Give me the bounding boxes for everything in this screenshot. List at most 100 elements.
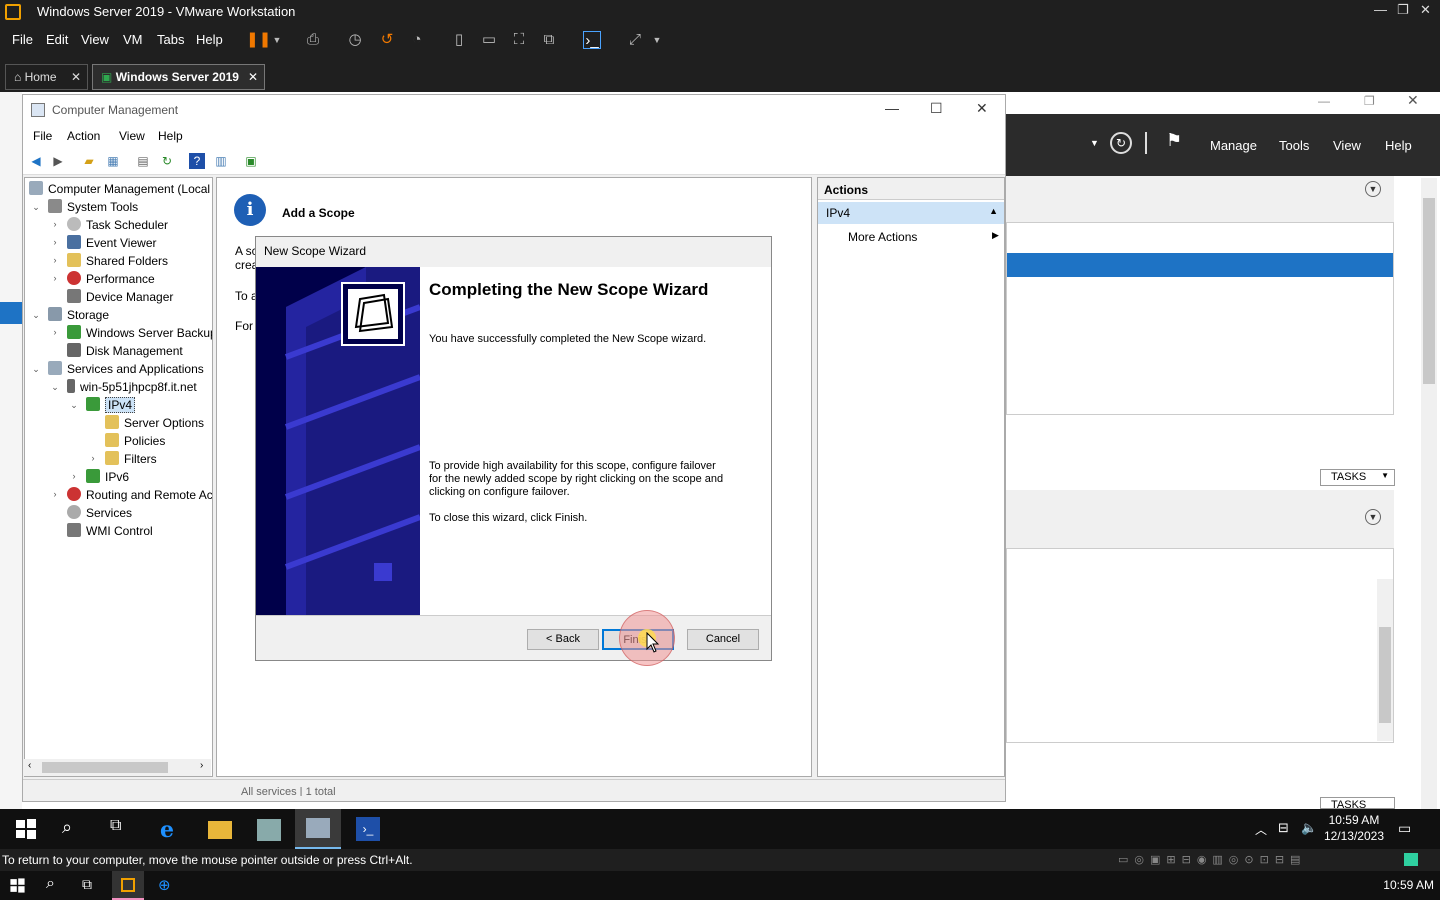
terminal-icon[interactable]: ›_ xyxy=(583,31,601,49)
restore-icon[interactable]: ❐ xyxy=(1397,2,1409,18)
menu-tools[interactable]: Tools xyxy=(1279,138,1309,153)
task-view-icon[interactable]: ⧉ xyxy=(82,876,92,893)
tasks-dropdown[interactable]: TASKS xyxy=(1320,797,1395,809)
scrollbar-thumb[interactable] xyxy=(1379,627,1391,723)
tree-item-routing-remote-access[interactable]: Routing and Remote Ac xyxy=(67,486,212,504)
menu-file[interactable]: File xyxy=(12,32,33,47)
menu-manage[interactable]: Manage xyxy=(1210,138,1257,153)
back-arrow-icon[interactable]: ◀ xyxy=(28,153,44,169)
close-icon[interactable]: ✕ xyxy=(976,100,988,117)
windows-start-icon[interactable] xyxy=(14,817,38,841)
refresh-icon[interactable]: ↻ xyxy=(1110,132,1132,154)
tree-item-event-viewer[interactable]: Event Viewer xyxy=(67,234,156,252)
revert-snapshot-icon[interactable]: ↺ xyxy=(378,31,396,49)
chevron-down-icon[interactable]: ▼ xyxy=(1365,181,1381,197)
stretch-icon[interactable]: ⤢ xyxy=(626,31,644,49)
more-actions-item[interactable]: More Actions ▶ xyxy=(848,230,999,244)
message-icon[interactable] xyxy=(1404,853,1418,866)
forward-arrow-icon[interactable]: ▶ xyxy=(50,153,66,169)
menu-help[interactable]: Help xyxy=(196,32,223,47)
maximize-icon[interactable]: ☐ xyxy=(930,100,943,117)
tree-horizontal-scrollbar[interactable]: ‹ › xyxy=(24,759,211,776)
vmware-taskbar-item[interactable] xyxy=(112,871,144,900)
flag-icon[interactable]: ⚑ xyxy=(1166,130,1182,151)
collapse-chevron-icon[interactable]: ⌄ xyxy=(31,202,41,213)
back-button[interactable]: < Back xyxy=(527,629,599,650)
tree-item-windows-server-backup[interactable]: Windows Server Backup xyxy=(67,324,212,342)
tree-item-wmi-control[interactable]: WMI Control xyxy=(67,522,153,540)
expand-chevron-icon[interactable]: › xyxy=(69,471,79,481)
close-icon[interactable]: ✕ xyxy=(1420,2,1431,18)
scrollbar[interactable] xyxy=(1377,579,1393,741)
windows-start-icon[interactable] xyxy=(9,877,26,894)
tree-item-storage[interactable]: Storage xyxy=(48,306,109,324)
expand-chevron-icon[interactable]: › xyxy=(50,489,60,499)
expand-chevron-icon[interactable]: › xyxy=(50,255,60,265)
notifications-icon[interactable]: ▭ xyxy=(1398,820,1411,837)
tree-item-computer-management[interactable]: Computer Management (Local xyxy=(29,180,210,198)
sidebar-view-icon[interactable]: ▯ xyxy=(450,31,468,49)
up-folder-icon[interactable]: ▰ xyxy=(81,153,97,169)
menu-edit[interactable]: Edit xyxy=(46,32,68,47)
snapshot-manager-icon[interactable]: ◔ xyxy=(408,31,426,49)
actions-section-ipv4[interactable]: IPv4 ▲ xyxy=(818,202,1004,224)
menu-view[interactable]: View xyxy=(1333,138,1361,153)
server-manager-icon[interactable] xyxy=(257,819,281,841)
refresh-icon[interactable]: ↻ xyxy=(159,153,175,169)
fullscreen-icon[interactable]: ⛶ xyxy=(510,31,528,49)
network-icon[interactable]: ⊟ xyxy=(1278,820,1289,836)
show-hide-tree-icon[interactable]: ▦ xyxy=(105,153,121,169)
chevron-down-icon[interactable]: ▼ xyxy=(648,31,666,49)
cancel-button[interactable]: Cancel xyxy=(687,629,759,650)
file-explorer-icon[interactable] xyxy=(208,821,232,839)
tree-item-system-tools[interactable]: System Tools xyxy=(48,198,138,216)
chevron-down-icon[interactable]: ▼ xyxy=(268,31,286,49)
minimize-icon[interactable]: — xyxy=(1374,2,1387,17)
chevron-down-icon[interactable]: ▼ xyxy=(1090,138,1099,148)
menu-help[interactable]: Help xyxy=(158,129,183,143)
guest-clock[interactable]: 10:59 AM 12/13/2023 xyxy=(1324,812,1384,844)
menu-file[interactable]: File xyxy=(33,129,52,143)
show-hidden-icons-icon[interactable]: ︿ xyxy=(1255,821,1267,838)
tree-item-disk-management[interactable]: Disk Management xyxy=(67,342,183,360)
tree-item-ipv4[interactable]: IPv4 xyxy=(86,396,136,414)
tab-home[interactable]: ⌂ Home ✕ xyxy=(5,64,88,90)
menu-action[interactable]: Action xyxy=(67,129,100,143)
snapshot-icon[interactable]: ◷ xyxy=(346,31,364,49)
menu-view[interactable]: View xyxy=(81,32,109,47)
expand-chevron-icon[interactable]: › xyxy=(50,237,60,247)
close-icon[interactable]: ✕ xyxy=(1407,92,1419,109)
host-clock[interactable]: 10:59 AM xyxy=(1383,878,1434,892)
menu-tabs[interactable]: Tabs xyxy=(157,32,184,47)
close-icon[interactable]: ✕ xyxy=(248,70,258,84)
taskbar-active-item[interactable] xyxy=(295,809,341,849)
expand-chevron-icon[interactable]: › xyxy=(88,453,98,463)
minimize-icon[interactable]: — xyxy=(1318,94,1330,108)
tree-item-ipv6[interactable]: IPv6 xyxy=(86,468,129,486)
tree-item-dhcp-server[interactable]: win-5p51jhpcp8f.it.net xyxy=(67,378,197,396)
scroll-right-icon[interactable]: › xyxy=(200,760,203,771)
unity-icon[interactable]: ⧉ xyxy=(540,31,558,49)
help-icon[interactable]: ? xyxy=(189,153,205,169)
send-keys-icon[interactable]: ⎙ xyxy=(304,31,322,49)
expand-chevron-icon[interactable]: › xyxy=(50,327,60,337)
monitor-icon[interactable]: ▣ xyxy=(243,153,259,169)
network-app-icon[interactable]: ⊕ xyxy=(158,876,171,894)
tree-item-device-manager[interactable]: Device Manager xyxy=(67,288,173,306)
collapse-chevron-icon[interactable]: ⌄ xyxy=(50,382,60,393)
scrollbar-thumb[interactable] xyxy=(42,762,168,773)
menu-vm[interactable]: VM xyxy=(123,32,143,47)
device-status-icons[interactable]: ▭◎▣⊞⊟◉▥◎⊙⊡⊟▤ xyxy=(1118,853,1306,866)
scrollbar-thumb[interactable] xyxy=(1423,198,1435,384)
collapse-chevron-icon[interactable]: ⌄ xyxy=(69,400,79,411)
powershell-icon[interactable]: ›_ xyxy=(356,817,380,841)
tree-item-services[interactable]: Services xyxy=(67,504,132,522)
tab-windows-server[interactable]: ▣ Windows Server 2019 ✕ xyxy=(92,64,265,90)
search-icon[interactable]: ⌕ xyxy=(46,875,55,893)
tree-item-filters[interactable]: Filters xyxy=(105,450,157,468)
collapse-icon[interactable]: ▲ xyxy=(989,206,998,216)
sidebar-selected-item[interactable] xyxy=(0,302,22,324)
restore-icon[interactable]: ❐ xyxy=(1364,94,1375,108)
collapse-chevron-icon[interactable]: ⌄ xyxy=(31,364,41,375)
page-scrollbar[interactable] xyxy=(1421,178,1437,809)
